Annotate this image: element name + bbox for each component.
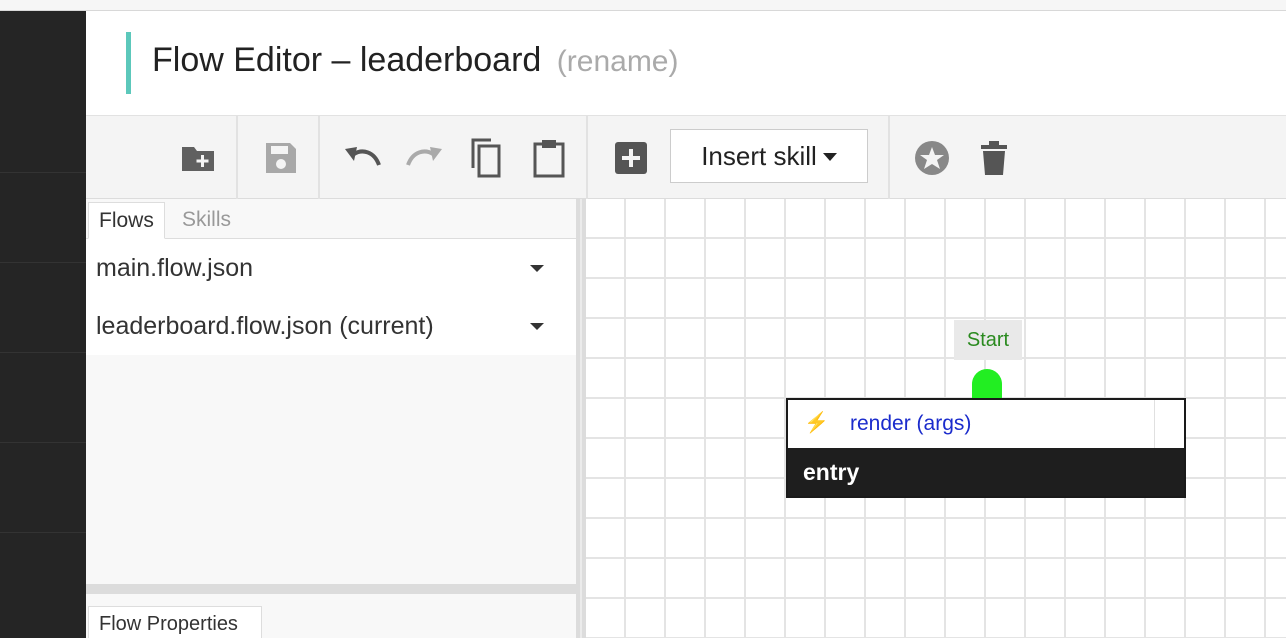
node-name: entry xyxy=(788,448,1184,496)
flow-item-leaderboard[interactable]: leaderboard.flow.json (current) xyxy=(86,297,576,355)
star-icon xyxy=(915,141,949,175)
left-navigation-rail xyxy=(0,11,86,638)
toolbar-divider xyxy=(586,116,588,199)
node-action-label[interactable]: render (args) xyxy=(850,400,971,448)
lightning-icon: ⚡ xyxy=(804,412,829,434)
save-icon xyxy=(266,143,296,173)
toolbar-divider xyxy=(236,116,238,199)
tab-flows[interactable]: Flows xyxy=(88,202,165,239)
chevron-down-icon xyxy=(822,153,837,161)
tab-flow-properties[interactable]: Flow Properties xyxy=(88,606,262,638)
tab-skills[interactable]: Skills xyxy=(172,202,241,239)
redo-button[interactable] xyxy=(404,138,444,178)
toolbar-divider xyxy=(318,116,320,199)
undo-icon xyxy=(345,147,381,166)
add-node-icon xyxy=(615,142,647,174)
rail-divider xyxy=(0,532,86,533)
start-label: Start xyxy=(954,320,1022,360)
insert-skill-label: Insert skill xyxy=(701,140,817,171)
flow-node-entry[interactable]: ⚡ render (args) entry xyxy=(786,398,1186,498)
toolbar: Insert skill xyxy=(86,115,1286,199)
undo-button[interactable] xyxy=(343,138,383,178)
page-header: Flow Editor – leaderboard (rename) xyxy=(86,11,1286,115)
start-port-handle[interactable] xyxy=(972,369,1002,399)
add-node-button[interactable] xyxy=(611,138,651,178)
flow-canvas[interactable]: Start ⚡ render (args) entry xyxy=(586,199,1286,638)
flow-item-main[interactable]: main.flow.json xyxy=(86,239,576,297)
star-button[interactable] xyxy=(912,138,952,178)
node-row-divider xyxy=(1154,400,1155,448)
sidebar-splitter[interactable] xyxy=(576,199,586,638)
sidebar-resize-bar[interactable] xyxy=(86,584,584,594)
save-button[interactable] xyxy=(261,138,301,178)
flow-list: main.flow.json leaderboard.flow.json (cu… xyxy=(86,239,576,355)
insert-skill-dropdown[interactable]: Insert skill xyxy=(670,129,868,183)
title-accent-bar xyxy=(126,32,131,94)
page-title: Flow Editor – leaderboard (rename) xyxy=(152,41,678,80)
rail-divider xyxy=(0,172,86,173)
redo-icon xyxy=(406,147,442,166)
page-title-text: Flow Editor – leaderboard xyxy=(152,41,542,79)
paste-icon xyxy=(533,140,565,178)
flows-sidebar: Flows Skills main.flow.json leaderboard.… xyxy=(86,199,584,638)
chevron-down-icon[interactable] xyxy=(530,265,544,272)
node-action-row[interactable]: ⚡ render (args) xyxy=(788,400,1184,448)
delete-button[interactable] xyxy=(974,138,1014,178)
window-top-bar xyxy=(0,0,1286,11)
rail-divider xyxy=(0,442,86,443)
flow-item-label: main.flow.json xyxy=(96,254,254,282)
new-folder-button[interactable] xyxy=(178,138,218,178)
toolbar-divider xyxy=(888,116,890,199)
rename-link[interactable]: (rename) xyxy=(557,45,679,78)
rail-divider xyxy=(0,352,86,353)
rail-divider xyxy=(0,262,86,263)
copy-button[interactable] xyxy=(466,138,506,178)
paste-button[interactable] xyxy=(529,138,569,178)
flow-item-label: leaderboard.flow.json (current) xyxy=(96,312,434,340)
copy-icon xyxy=(471,138,501,178)
sidebar-tabs: Flows Skills xyxy=(86,199,576,239)
new-folder-icon xyxy=(182,147,214,171)
trash-icon xyxy=(981,141,1007,175)
splitter-line xyxy=(580,199,582,638)
chevron-down-icon[interactable] xyxy=(530,323,544,330)
